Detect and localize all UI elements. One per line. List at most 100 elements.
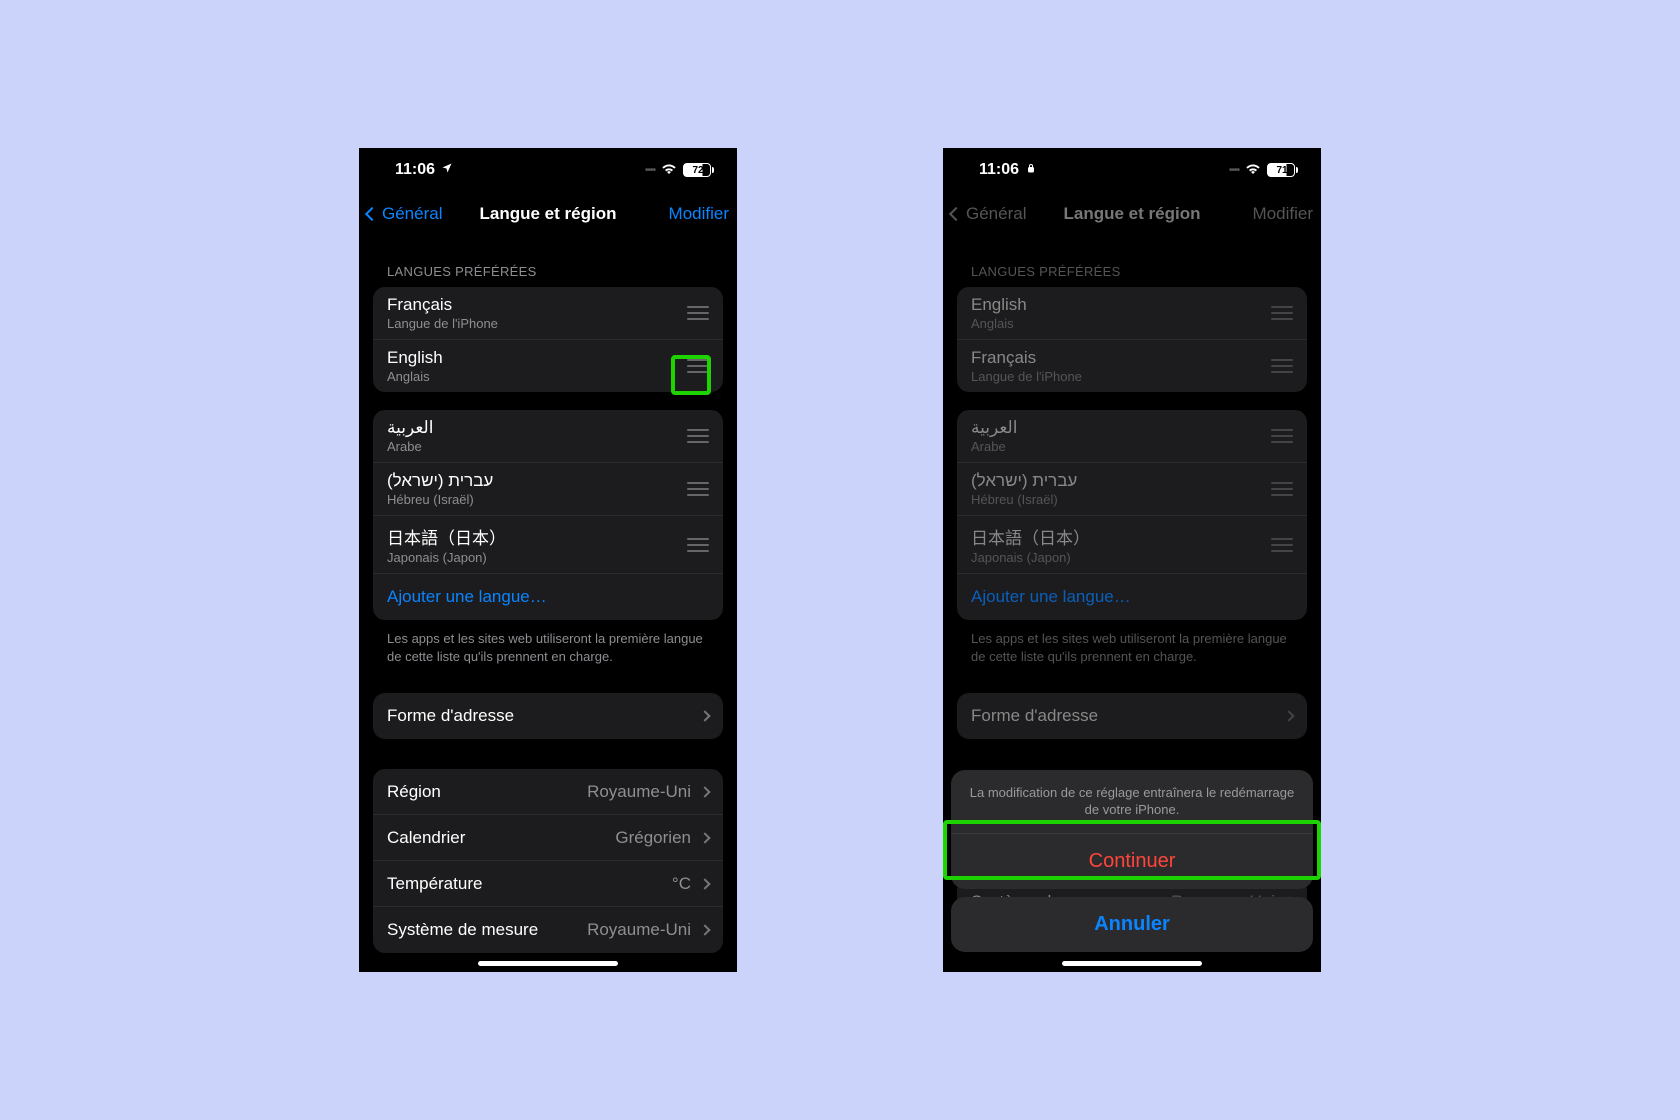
battery-level: 71	[1276, 165, 1287, 176]
lang-name: English	[387, 348, 443, 368]
add-language-button[interactable]: Ajouter une langue…	[373, 574, 723, 620]
status-right: •••• 72	[645, 161, 711, 179]
form-address-label: Forme d'adresse	[971, 706, 1098, 726]
row-label: Calendrier	[387, 828, 465, 848]
back-button[interactable]: Général	[367, 204, 442, 224]
status-time: 11:06	[979, 161, 1019, 179]
lang-name: العربية	[387, 418, 433, 438]
lang-name: עברית (ישראל)	[387, 471, 493, 491]
calendar-row[interactable]: Calendrier Grégorien	[373, 815, 723, 861]
lang-row-japanese: 日本語（日本） Japonais (Japon)	[957, 516, 1307, 574]
form-address-label: Forme d'adresse	[387, 706, 514, 726]
form-address-group: Forme d'adresse	[373, 693, 723, 739]
status-time: 11:06	[395, 161, 435, 179]
chevron-right-icon	[1283, 710, 1294, 721]
measurement-row[interactable]: Système de mesure Royaume-Uni	[373, 907, 723, 953]
lang-name: 日本語（日本）	[971, 524, 1090, 549]
preferred-languages-header: LANGUES PRÉFÉRÉES	[971, 264, 1307, 279]
wifi-icon	[1245, 161, 1261, 179]
form-address-row[interactable]: Forme d'adresse	[373, 693, 723, 739]
drag-handle-icon[interactable]	[687, 538, 709, 552]
lang-row-english: English Anglais	[957, 287, 1307, 340]
edit-button[interactable]: Modifier	[669, 204, 729, 224]
chevron-left-icon	[365, 207, 379, 221]
lang-row-japanese[interactable]: 日本語（日本） Japonais (Japon)	[373, 516, 723, 574]
edit-button: Modifier	[1253, 204, 1313, 224]
lang-sub: Anglais	[971, 316, 1027, 331]
battery-icon: 71	[1267, 163, 1295, 177]
location-icon	[441, 161, 453, 179]
lang-sub: Japonais (Japon)	[971, 550, 1090, 565]
row-value: Royaume-Uni	[587, 920, 691, 940]
phone-right: 11:06 •••• 71 Général Langue et région M…	[943, 148, 1321, 972]
row-label: Système de mesure	[387, 920, 538, 940]
cellular-dots-icon: ••••	[1229, 165, 1239, 176]
drag-handle-icon[interactable]	[687, 482, 709, 496]
lang-name: Français	[387, 295, 498, 315]
drag-handle-icon	[1271, 429, 1293, 443]
lang-sub: Arabe	[387, 439, 433, 454]
preferred-languages-group: English Anglais Français Langue de l'iPh…	[957, 287, 1307, 392]
chevron-left-icon	[949, 207, 963, 221]
drag-handle-icon	[1271, 306, 1293, 320]
drag-handle-icon	[1271, 538, 1293, 552]
wifi-icon	[661, 161, 677, 179]
region-row[interactable]: Région Royaume-Uni	[373, 769, 723, 815]
battery-icon: 72	[683, 163, 711, 177]
languages-footer: Les apps et les sites web utiliseront la…	[957, 620, 1307, 675]
lang-sub: Langue de l'iPhone	[971, 369, 1082, 384]
lang-name: 日本語（日本）	[387, 524, 506, 549]
chevron-right-icon	[699, 786, 710, 797]
lang-row-arabic[interactable]: العربية Arabe	[373, 410, 723, 463]
status-left: 11:06	[395, 161, 453, 179]
lang-row-francais[interactable]: Français Langue de l'iPhone	[373, 287, 723, 340]
drag-handle-icon[interactable]	[687, 429, 709, 443]
battery-level: 72	[692, 165, 703, 176]
back-label: Général	[966, 204, 1026, 224]
status-right: •••• 71	[1229, 161, 1295, 179]
drag-handle-icon	[1271, 359, 1293, 373]
row-value: Royaume-Uni	[587, 782, 691, 802]
drag-handle-icon[interactable]	[687, 306, 709, 320]
form-address-group: Forme d'adresse	[957, 693, 1307, 739]
row-label: Région	[387, 782, 441, 802]
lang-sub: Japonais (Japon)	[387, 550, 506, 565]
nav-bar: Général Langue et région Modifier	[359, 192, 737, 236]
back-button: Général	[951, 204, 1026, 224]
chevron-right-icon	[699, 924, 710, 935]
other-languages-group: العربية Arabe עברית (ישראל) Hébreu (Isra…	[957, 410, 1307, 620]
rotation-lock-icon	[1025, 161, 1037, 179]
lang-name: العربية	[971, 418, 1017, 438]
chevron-right-icon	[699, 710, 710, 721]
lang-row-hebrew[interactable]: עברית (ישראל) Hébreu (Israël)	[373, 463, 723, 516]
status-bar: 11:06 •••• 71	[943, 148, 1321, 192]
row-label: Température	[387, 874, 482, 894]
row-value: °C	[672, 874, 691, 894]
chevron-right-icon	[699, 878, 710, 889]
highlight-continue	[943, 820, 1321, 880]
lang-row-francais: Français Langue de l'iPhone	[957, 340, 1307, 392]
lang-row-arabic: العربية Arabe	[957, 410, 1307, 463]
add-language-label: Ajouter une langue…	[971, 587, 1131, 607]
lang-name: עברית (ישראל)	[971, 471, 1077, 491]
region-settings-group: Région Royaume-Uni Calendrier Grégorien …	[373, 769, 723, 953]
temperature-row[interactable]: Température °C	[373, 861, 723, 907]
preferred-languages-header: LANGUES PRÉFÉRÉES	[387, 264, 723, 279]
status-bar: 11:06 •••• 72	[359, 148, 737, 192]
lang-sub: Arabe	[971, 439, 1017, 454]
add-language-label: Ajouter une langue…	[387, 587, 547, 607]
lang-sub: Anglais	[387, 369, 443, 384]
lang-name: Français	[971, 348, 1082, 368]
lang-sub: Langue de l'iPhone	[387, 316, 498, 331]
nav-bar: Général Langue et région Modifier	[943, 192, 1321, 236]
cancel-button[interactable]: Annuler	[951, 897, 1313, 952]
lang-sub: Hébreu (Israël)	[387, 492, 493, 507]
add-language-button: Ajouter une langue…	[957, 574, 1307, 620]
home-indicator[interactable]	[1062, 961, 1202, 966]
highlight-english-drag	[671, 355, 711, 395]
home-indicator[interactable]	[478, 961, 618, 966]
chevron-right-icon	[699, 832, 710, 843]
back-label: Général	[382, 204, 442, 224]
form-address-row: Forme d'adresse	[957, 693, 1307, 739]
cellular-dots-icon: ••••	[645, 165, 655, 176]
